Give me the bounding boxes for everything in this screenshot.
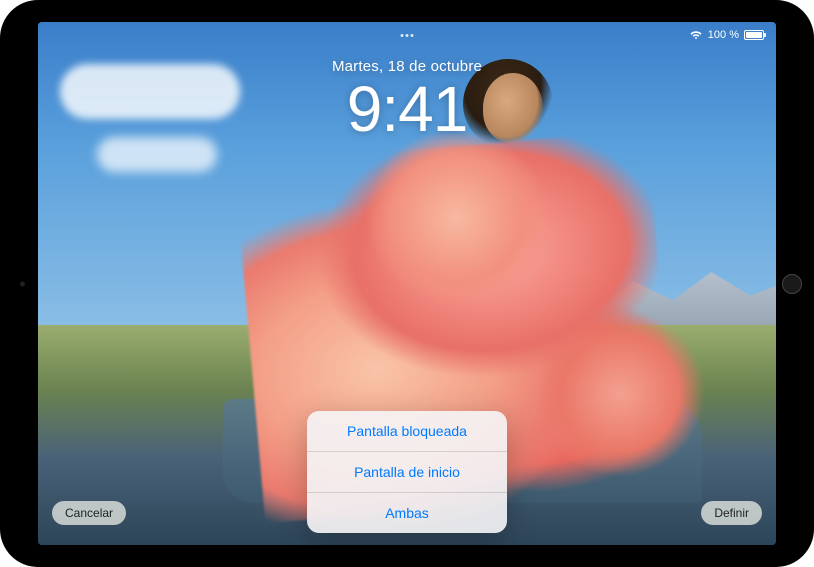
set-button[interactable]: Definir [701, 501, 762, 525]
screen: 100 % Martes, 18 de octubre 9:41 Cancela… [38, 22, 776, 545]
wifi-icon [689, 30, 703, 40]
home-button[interactable] [782, 274, 802, 294]
wallpaper-set-action-sheet: Pantalla bloqueada Pantalla de inicio Am… [307, 411, 507, 533]
action-set-home-screen[interactable]: Pantalla de inicio [307, 452, 507, 493]
status-bar: 100 % [38, 26, 776, 44]
action-set-both[interactable]: Ambas [307, 493, 507, 533]
battery-percentage: 100 % [708, 29, 739, 41]
front-camera [20, 281, 25, 286]
lockscreen-datetime: Martes, 18 de octubre 9:41 [38, 58, 776, 141]
battery-icon [744, 30, 764, 40]
ipad-device-frame: 100 % Martes, 18 de octubre 9:41 Cancela… [0, 0, 814, 567]
cancel-button[interactable]: Cancelar [52, 501, 126, 525]
wallpaper-cloud [97, 137, 217, 172]
multitasking-dots-icon[interactable] [401, 34, 414, 37]
lockscreen-time: 9:41 [38, 77, 776, 141]
action-set-lock-screen[interactable]: Pantalla bloqueada [307, 411, 507, 452]
